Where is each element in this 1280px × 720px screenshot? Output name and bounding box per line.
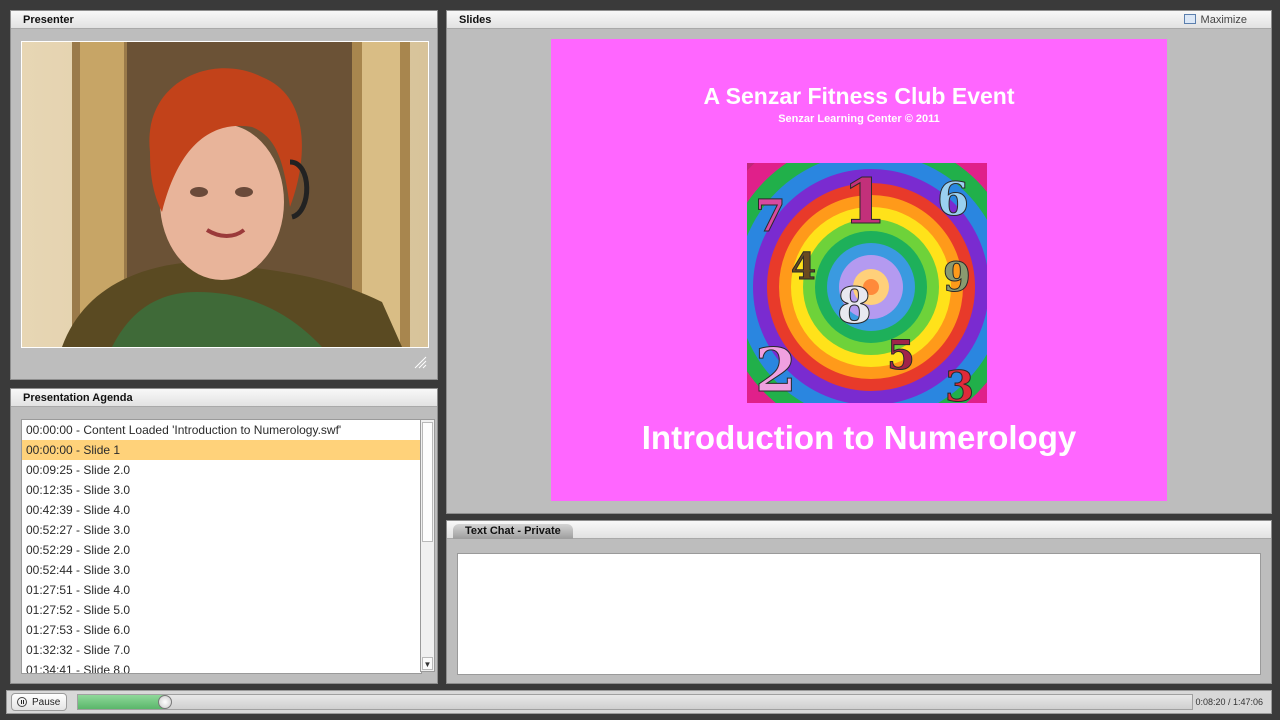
number-9: 9 [943,254,971,301]
slide-subtitle: Senzar Learning Center © 2011 [778,113,940,125]
agenda-list: 00:00:00 - Content Loaded 'Introduction … [21,419,422,674]
number-7: 7 [755,191,786,242]
maximize-icon [1183,14,1196,24]
agenda-item[interactable]: 01:27:52 - Slide 5.0 [22,600,421,620]
slide-title: A Senzar Fitness Club Event [703,83,1015,109]
chat-panel-header: Text Chat - Private [447,521,1271,539]
slides-title-label: Slides [459,14,492,26]
numerology-rings-image: 7 1 6 4 9 8 2 5 3 [747,163,987,403]
agenda-item[interactable]: 01:32:32 - Slide 7.0 [22,640,421,660]
number-6: 6 [937,172,969,226]
pause-label: Pause [32,697,61,708]
playback-time: 0:08:20 / 1:47:06 [1195,697,1263,707]
presenter-panel: Presenter [10,10,438,380]
number-8: 8 [837,276,872,335]
slides-panel-title: Slides Maximize [447,11,1271,29]
playback-progress-fill [78,695,165,709]
number-4: 4 [791,246,816,288]
number-1: 1 [843,165,886,238]
chat-tab-private[interactable]: Text Chat - Private [453,524,573,539]
playback-scrubber-thumb[interactable] [157,695,172,709]
agenda-item[interactable]: 00:00:00 - Content Loaded 'Introduction … [22,420,421,440]
scrollbar-thumb[interactable] [422,422,433,542]
agenda-item[interactable]: 00:52:29 - Slide 2.0 [22,540,421,560]
numerology-rings-graphic: 7 1 6 4 9 8 2 5 3 [747,163,987,403]
chat-panel: Text Chat - Private [446,520,1272,684]
chat-message-area[interactable] [457,553,1261,675]
agenda-item[interactable]: 00:42:39 - Slide 4.0 [22,500,421,520]
agenda-panel-title: Presentation Agenda [11,389,437,407]
agenda-item[interactable]: 00:52:27 - Slide 3.0 [22,520,421,540]
pause-button[interactable]: Pause [11,693,67,711]
agenda-item-selected[interactable]: 00:00:00 - Slide 1 [22,440,421,460]
maximize-button[interactable]: Maximize [1183,12,1247,28]
agenda-item[interactable]: 01:27:53 - Slide 6.0 [22,620,421,640]
scroll-down-arrow-icon[interactable]: ▼ [422,657,433,670]
agenda-item[interactable]: 00:52:44 - Slide 3.0 [22,560,421,580]
maximize-label: Maximize [1200,14,1247,26]
agenda-item[interactable]: 01:34:41 - Slide 8.0 [22,660,421,673]
agenda-item[interactable]: 01:27:51 - Slide 4.0 [22,580,421,600]
agenda-item[interactable]: 00:09:25 - Slide 2.0 [22,460,421,480]
presenter-video[interactable] [21,41,429,348]
resize-grip-icon[interactable] [413,355,427,369]
agenda-panel: Presentation Agenda 00:00:00 - Content L… [10,388,438,684]
number-5: 5 [887,332,915,379]
presenter-panel-title: Presenter [11,11,437,29]
slides-panel: Slides Maximize A Senzar Fitness Club Ev… [446,10,1272,514]
slide-heading: Introduction to Numerology [641,419,1077,456]
number-2: 2 [755,336,797,403]
agenda-scrollbar[interactable]: ▼ [420,419,435,672]
playback-progress-track[interactable] [77,694,1193,710]
agenda-item[interactable]: 00:12:35 - Slide 3.0 [22,480,421,500]
presenter-video-frame [22,42,428,347]
slide-canvas: A Senzar Fitness Club Event Senzar Learn… [551,39,1167,501]
number-3: 3 [945,362,974,403]
playback-bar: Pause 0:08:20 / 1:47:06 [6,690,1272,714]
pause-icon [17,697,27,707]
